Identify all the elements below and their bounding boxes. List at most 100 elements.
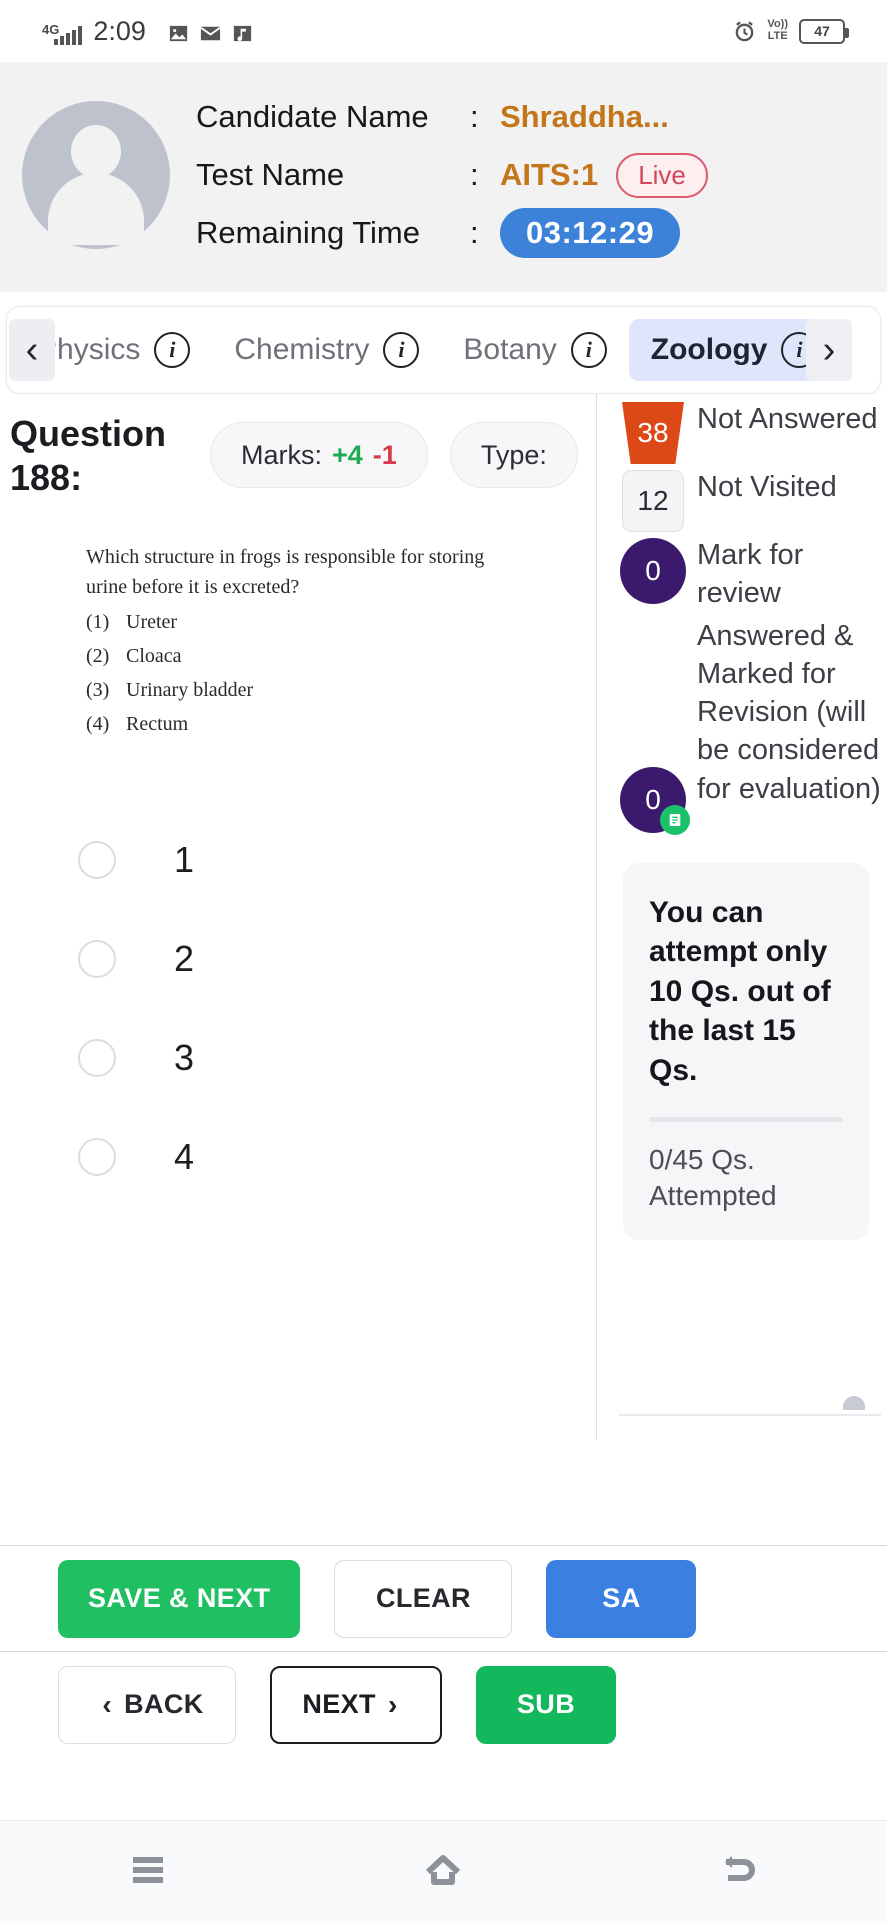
answer-option-1-label: 1 (174, 839, 195, 881)
stem-option-4-number: (4) (86, 712, 110, 735)
not-answered-count: 38 (622, 402, 684, 464)
answered-check-icon (660, 804, 690, 835)
next-button-label: NEXT (302, 1689, 376, 1719)
test-name-colon: : (470, 157, 479, 192)
mark-for-review-count: 0 (620, 538, 686, 604)
not-visited-count: 12 (622, 470, 684, 532)
question-stem-image: Which structure in frogs is responsible … (86, 542, 506, 739)
save-and-next-button[interactable]: SAVE & NEXT (58, 1559, 301, 1638)
tab-chemistry-label: Chemistry (234, 333, 370, 366)
remaining-time-row: Remaining Time : 03:12:29 (196, 204, 887, 262)
save-and-mark-button[interactable]: SA (546, 1559, 697, 1638)
answer-option-3[interactable]: 3 (78, 1009, 596, 1108)
status-bar: 4G 2:09 Vo)) LTE 47 (0, 0, 887, 62)
tabs-scroll-right-button[interactable]: › (806, 319, 852, 381)
footer-actions: SAVE & NEXT CLEAR SA ‹ BACK NEXT › SUB (0, 1545, 887, 1757)
back-icon[interactable] (716, 1850, 762, 1895)
volte-line-1: Vo)) (767, 18, 788, 31)
live-badge: Live (616, 152, 708, 198)
legend-label-mark-for-review: Mark for review (697, 539, 804, 610)
radio-option-3[interactable] (78, 1039, 116, 1078)
legend-label-not-visited: Not Visited (697, 471, 837, 503)
home-icon[interactable] (420, 1850, 466, 1895)
remaining-time-value: 03:12:29 (500, 208, 681, 258)
menu-icon[interactable] (125, 1852, 171, 1893)
alarm-icon (733, 20, 756, 43)
question-type-label: Type: (480, 439, 547, 470)
answer-option-4-label: 4 (174, 1136, 195, 1178)
stem-option-1: (1) Ureter (86, 607, 506, 637)
remaining-time-colon: : (470, 215, 479, 250)
legend-item-mark-for-review: 0 Mark for review (615, 536, 887, 613)
next-chevron-icon: › (387, 1688, 398, 1720)
submit-button[interactable]: SUB (476, 1665, 616, 1744)
radio-option-4[interactable] (78, 1138, 116, 1177)
candidate-info-rows: Candidate Name : Shraddha... Test Name :… (196, 88, 887, 262)
back-chevron-icon: ‹ (102, 1688, 113, 1720)
answer-option-4[interactable]: 4 (78, 1108, 596, 1207)
navigation-action-row: ‹ BACK NEXT › SUB (0, 1651, 887, 1757)
status-bar-left: 4G 2:09 (42, 15, 254, 46)
music-notification-icon (231, 22, 254, 45)
test-name-value: AITS:1 (500, 157, 599, 192)
stem-option-2: (2) Cloaca (86, 641, 506, 671)
candidate-name-colon: : (470, 99, 479, 134)
attempt-rule-card: You can attempt only 10 Qs. out of the l… (623, 862, 869, 1241)
volte-line-2: LTE (767, 30, 788, 42)
stem-option-2-number: (2) (86, 644, 110, 667)
status-sidebar: 38 Not Answered 12 Not Visited 0 Mark fo… (597, 394, 887, 1440)
tabs-scroll-left-button[interactable]: ‹ (9, 319, 55, 381)
tabbar-right-fade (858, 307, 880, 393)
legend-item-not-answered: 38 Not Answered (615, 400, 887, 464)
subject-tabs-scroll[interactable]: Physics i Chemistry i Botany i Zoology i (7, 307, 840, 393)
answered-marked-count: 0 (620, 766, 690, 835)
question-body: Which structure in frogs is responsible … (0, 500, 596, 739)
answer-option-2[interactable]: 2 (78, 910, 596, 1009)
attempted-count-text: 0/45 Qs. Attempted (649, 1143, 777, 1211)
answer-option-1[interactable]: 1 (78, 811, 596, 910)
answer-option-2-label: 2 (174, 938, 195, 980)
clock-time: 2:09 (93, 15, 146, 46)
status-bar-right: Vo)) LTE 47 (733, 18, 849, 44)
image-notification-icon (167, 22, 190, 45)
legend-item-answered-marked-revision: 0 Answered & Marked for Revision (will b… (615, 617, 887, 835)
question-stem-line-2: urine before it is excreted? (86, 575, 300, 598)
info-icon-chemistry[interactable]: i (383, 332, 420, 368)
question-type-chip: Type: (449, 422, 578, 488)
subject-tabbar: Physics i Chemistry i Botany i Zoology i… (6, 306, 881, 394)
question-number-title: Question 188: (10, 413, 167, 498)
stem-option-3-text: Urinary bladder (126, 678, 254, 701)
legend-badge-not-answered: 38 (615, 400, 691, 464)
radio-option-1[interactable] (78, 841, 116, 880)
tab-chemistry[interactable]: Chemistry i (212, 319, 441, 381)
answer-options: 1 2 3 4 (0, 811, 596, 1207)
attempt-rule-divider (649, 1116, 843, 1122)
legend-label-answered-marked-revision: Answered & Marked for Revision (will be … (697, 619, 881, 805)
test-name-label: Test Name (196, 157, 345, 192)
android-navigation-bar (0, 1820, 887, 1923)
signal-strength-icon (54, 25, 83, 45)
answer-option-3-label: 3 (174, 1037, 195, 1079)
stem-option-4-text: Rectum (126, 712, 189, 735)
back-button[interactable]: ‹ BACK (58, 1665, 236, 1744)
stem-option-2-text: Cloaca (126, 644, 182, 667)
subject-tabbar-wrapper: Physics i Chemistry i Botany i Zoology i… (0, 292, 887, 394)
battery-indicator: 47 (799, 18, 849, 44)
info-icon-physics[interactable]: i (154, 332, 191, 368)
question-pane: Question 188: Marks: +4 -1 Type: Which s… (0, 394, 596, 1440)
stem-option-3-number: (3) (86, 678, 110, 701)
sidebar-scrollbar-thumb[interactable] (843, 1396, 865, 1410)
primary-action-row: SAVE & NEXT CLEAR SA (0, 1545, 887, 1651)
marks-label: Marks: (241, 439, 322, 470)
clear-button[interactable]: CLEAR (334, 1559, 513, 1638)
radio-option-2[interactable] (78, 940, 116, 979)
tab-botany[interactable]: Botany i (441, 319, 628, 381)
next-button[interactable]: NEXT › (270, 1665, 442, 1744)
volte-indicator: Vo)) LTE (767, 19, 788, 42)
legend-badge-answered-marked-revision: 0 (615, 617, 691, 835)
stem-option-4: (4) Rectum (86, 709, 506, 739)
stem-option-3: (3) Urinary bladder (86, 675, 506, 705)
tab-botany-label: Botany (463, 333, 557, 366)
info-icon-botany[interactable]: i (570, 332, 607, 368)
mail-icon (199, 22, 222, 45)
